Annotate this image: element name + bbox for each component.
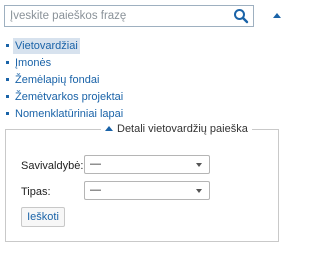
bullet-icon xyxy=(6,44,9,47)
search-icon[interactable] xyxy=(233,8,249,24)
municipality-label: Savivaldybė: xyxy=(21,160,84,172)
triangle-up-icon[interactable] xyxy=(273,13,281,18)
municipality-value: — xyxy=(90,158,101,170)
list-item-label: Žemėtvarkos projektai xyxy=(15,91,124,103)
bullet-icon xyxy=(6,95,9,98)
triangle-up-icon xyxy=(105,126,113,131)
detailed-search-fieldset: Detali vietovardžių paieška Savivaldybė:… xyxy=(5,122,279,242)
chevron-down-icon xyxy=(196,163,202,167)
search-input[interactable] xyxy=(5,6,229,26)
search-box xyxy=(4,5,254,27)
list-item-label: Įmonės xyxy=(15,57,52,69)
search-panel: Vietovardžiai Įmonės Žemėlapių fondai Že… xyxy=(0,0,287,258)
search-button[interactable]: Ieškoti xyxy=(21,207,65,227)
detailed-search-legend[interactable]: Detali vietovardžių paieška xyxy=(101,122,252,136)
list-item-label: Vietovardžiai xyxy=(13,38,80,54)
type-select[interactable]: — xyxy=(84,181,210,200)
chevron-down-icon xyxy=(196,189,202,193)
bullet-icon xyxy=(6,112,9,115)
detailed-search-title: Detali vietovardžių paieška xyxy=(117,123,248,135)
list-item-label: Žemėlapių fondai xyxy=(15,74,100,86)
bullet-icon xyxy=(6,78,9,81)
list-item-label: Nomenklatūriniai lapai xyxy=(15,108,124,120)
municipality-select[interactable]: — xyxy=(84,155,210,174)
type-label: Tipas: xyxy=(21,186,51,198)
bullet-icon xyxy=(6,61,9,64)
type-value: — xyxy=(90,184,101,196)
